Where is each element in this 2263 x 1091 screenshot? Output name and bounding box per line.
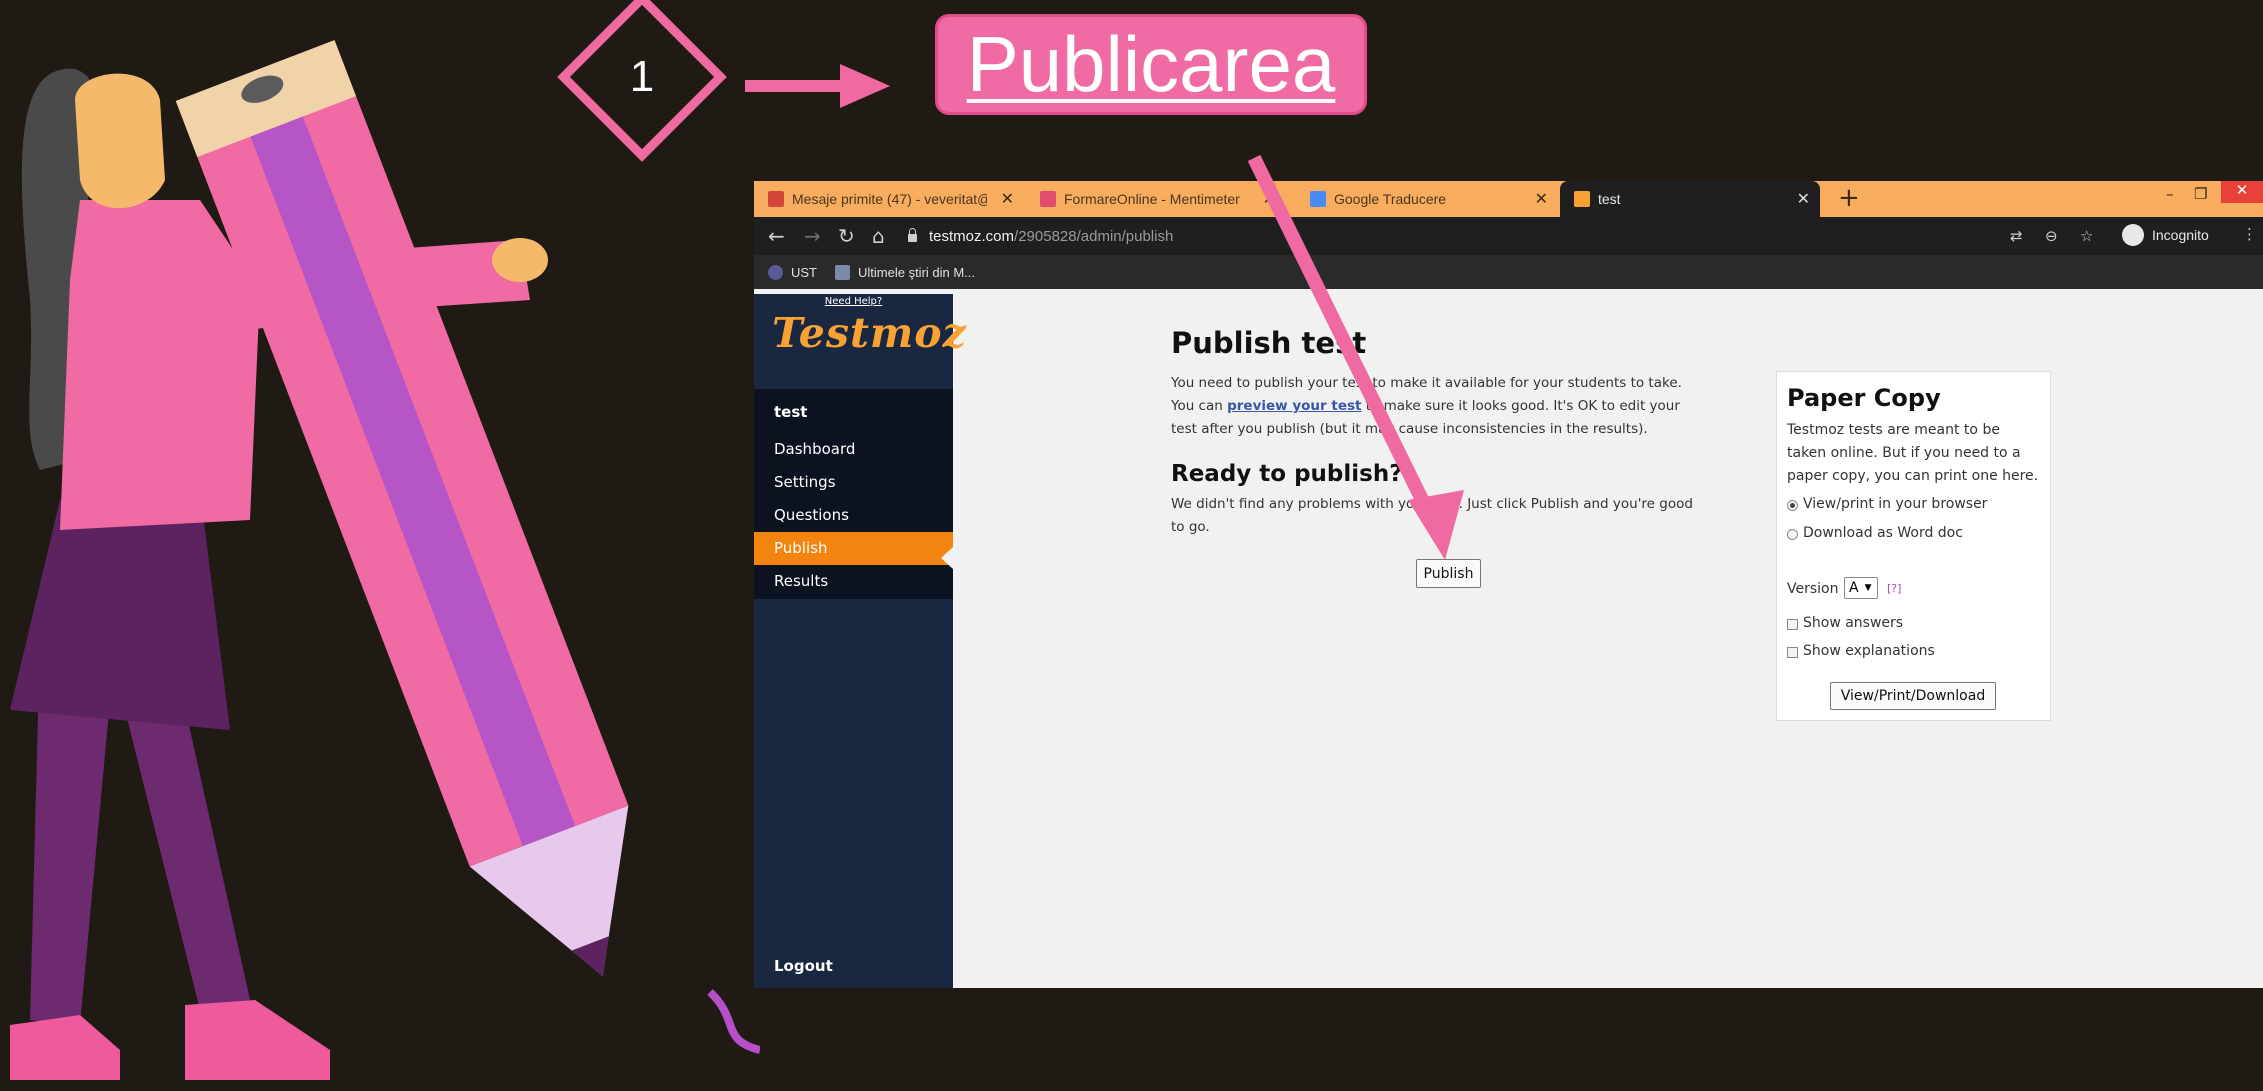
forward-icon[interactable]: → — [804, 224, 821, 248]
testmoz-icon — [1574, 191, 1590, 207]
download-word-radio[interactable] — [1787, 529, 1798, 540]
view-in-browser-label: View/print in your browser — [1803, 496, 1988, 512]
arrow-right-icon — [745, 64, 890, 108]
browser-window: Mesaje primite (47) - veveritat@ ✕ Forma… — [754, 181, 2263, 988]
zoom-icon[interactable]: ⊖ — [2045, 227, 2058, 245]
show-explanations-label: Show explanations — [1803, 643, 1935, 659]
show-answers-checkbox[interactable] — [1787, 619, 1798, 630]
woman-with-pencil-illustration — [10, 40, 760, 1080]
tab-label: FormareOnline - Mentimeter — [1064, 191, 1240, 207]
incognito-profile[interactable]: Incognito — [2122, 224, 2209, 246]
view-print-download-button[interactable]: View/Print/Download — [1830, 682, 1996, 710]
bookmark-ust[interactable]: UST — [768, 264, 817, 280]
pointer-arrow-icon — [1247, 154, 1464, 560]
sidebar-item-dashboard[interactable]: Dashboard — [754, 433, 953, 466]
show-answers-label: Show answers — [1803, 615, 1904, 631]
sidebar-item-settings[interactable]: Settings — [754, 466, 953, 499]
step-number: 1 — [629, 52, 655, 101]
tab-label: Mesaje primite (47) - veveritat@ — [792, 191, 987, 207]
paper-copy-heading: Paper Copy — [1787, 384, 1941, 412]
slide-title-box: Publicarea — [935, 14, 1367, 115]
tab-strip: Mesaje primite (47) - veveritat@ ✕ Forma… — [754, 181, 2263, 217]
menu-kebab-icon[interactable]: ⋮ — [2242, 225, 2257, 243]
bookmark-news[interactable]: Ultimele ştiri din M... — [835, 264, 976, 280]
paper-copy-panel: Paper Copy Testmoz tests are meant to be… — [1776, 371, 2051, 721]
show-explanations-checkbox[interactable] — [1787, 647, 1798, 658]
active-indicator — [941, 547, 953, 569]
url-path: /2905828/admin/publish — [1014, 227, 1174, 245]
restore-icon[interactable]: ❐ — [2194, 185, 2207, 203]
browser-toolbar: ← → ↻ ⌂ testmoz.com/2905828/admin/publis… — [754, 217, 2263, 255]
version-value: A — [1849, 580, 1859, 596]
gmail-icon — [768, 191, 784, 207]
version-label: Version — [1787, 581, 1839, 597]
close-window-icon[interactable]: ✕ — [2221, 181, 2263, 203]
back-icon[interactable]: ← — [768, 224, 785, 248]
tab-test[interactable]: test ✕ — [1560, 181, 1820, 217]
new-tab-icon[interactable]: + — [1838, 183, 1860, 213]
download-word-label: Download as Word doc — [1803, 525, 1963, 541]
minimize-icon[interactable]: – — [2166, 185, 2174, 203]
reload-icon[interactable]: ↻ — [838, 224, 855, 248]
close-tab-icon[interactable]: ✕ — [1535, 189, 1548, 209]
home-icon[interactable]: ⌂ — [872, 224, 885, 248]
url-host: testmoz.com — [929, 227, 1015, 245]
testmoz-logo[interactable]: Testmoz — [772, 309, 967, 357]
paper-copy-desc: paper copy, you can print one here. — [1787, 468, 2039, 484]
slide-title: Publicarea — [966, 20, 1336, 108]
news-icon — [835, 264, 850, 280]
close-tab-icon[interactable]: ✕ — [1797, 189, 1810, 209]
bookmark-label: UST — [791, 264, 817, 280]
bookmarks-bar: UST Ultimele ştiri din M... — [754, 255, 2263, 289]
close-tab-icon[interactable]: ✕ — [1001, 189, 1014, 209]
tab-label: test — [1598, 191, 1621, 207]
bookmark-label: Ultimele ştiri din M... — [858, 264, 976, 280]
incognito-label: Incognito — [2152, 227, 2209, 243]
lock-icon — [908, 228, 917, 242]
need-help-link[interactable]: Need Help? — [754, 296, 953, 307]
star-icon[interactable]: ☆ — [2080, 227, 2093, 245]
tab-gmail[interactable]: Mesaje primite (47) - veveritat@ ✕ — [754, 181, 1024, 217]
sidebar-item-results[interactable]: Results — [754, 565, 953, 598]
view-in-browser-radio[interactable] — [1787, 500, 1798, 511]
version-help-link[interactable]: [?] — [1887, 582, 1901, 595]
logout-link[interactable]: Logout — [774, 957, 833, 975]
sidebar-test-name: test — [774, 403, 808, 421]
paper-copy-desc: taken online. But if you need to a — [1787, 445, 2021, 461]
sidebar-item-questions[interactable]: Questions — [754, 499, 953, 532]
paper-copy-desc: Testmoz tests are meant to be — [1787, 422, 2000, 438]
ust-icon — [768, 264, 783, 280]
translate-icon[interactable]: ⇄ — [2010, 227, 2023, 245]
mentimeter-icon — [1040, 191, 1056, 207]
incognito-icon — [2122, 224, 2144, 246]
chevron-down-icon: ▼ — [1864, 583, 1872, 593]
intro-text-part: You can — [1171, 398, 1228, 414]
version-select[interactable]: A ▼ — [1844, 577, 1878, 599]
sidebar-item-publish[interactable]: Publish — [754, 532, 953, 565]
